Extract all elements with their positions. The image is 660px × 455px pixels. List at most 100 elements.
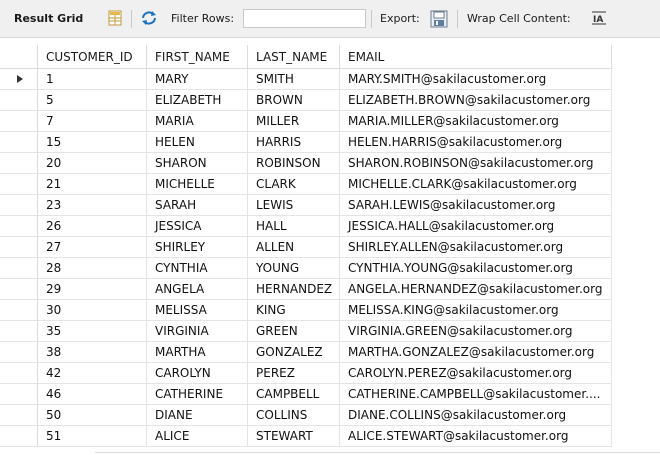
row-header[interactable] bbox=[0, 90, 38, 111]
cell-last-name[interactable]: BROWN bbox=[248, 90, 340, 111]
cell-first-name[interactable]: CYNTHIA bbox=[147, 258, 248, 279]
row-header[interactable] bbox=[0, 195, 38, 216]
cell-customer-id[interactable]: 27 bbox=[38, 237, 147, 258]
cell-customer-id[interactable]: 1 bbox=[38, 69, 147, 90]
cell-last-name[interactable]: LEWIS bbox=[248, 195, 340, 216]
cell-email[interactable]: DIANE.COLLINS@sakilacustomer.org bbox=[340, 405, 612, 426]
cell-first-name[interactable]: CATHERINE bbox=[147, 384, 248, 405]
table-row[interactable]: 38 MARTHA GONZALEZ MARTHA.GONZALEZ@sakilacu… bbox=[0, 342, 612, 363]
table-row[interactable]: 26 JESSICA HALL JESSICA.HALL@sakilacustomer… bbox=[0, 216, 612, 237]
export-icon[interactable] bbox=[430, 10, 448, 31]
row-header[interactable] bbox=[0, 237, 38, 258]
cell-last-name[interactable]: YOUNG bbox=[248, 258, 340, 279]
cell-last-name[interactable]: MILLER bbox=[248, 111, 340, 132]
row-header[interactable] bbox=[0, 363, 38, 384]
cell-customer-id[interactable]: 29 bbox=[38, 279, 147, 300]
table-row[interactable]: 27 SHIRLEY ALLEN SHIRLEY.ALLEN@sakilacustom… bbox=[0, 237, 612, 258]
cell-email[interactable]: ANGELA.HERNANDEZ@sakilacustomer.org bbox=[340, 279, 612, 300]
wrap-text-icon[interactable]: IA bbox=[591, 11, 607, 28]
cell-last-name[interactable]: HERNANDEZ bbox=[248, 279, 340, 300]
table-row[interactable]: 7 MARIA MILLER MARIA.MILLER@sakilacustomer.… bbox=[0, 111, 612, 132]
cell-email[interactable]: ELIZABETH.BROWN@sakilacustomer.org bbox=[340, 90, 612, 111]
cell-last-name[interactable]: GREEN bbox=[248, 321, 340, 342]
cell-customer-id[interactable]: 20 bbox=[38, 153, 147, 174]
cell-last-name[interactable]: PEREZ bbox=[248, 363, 340, 384]
row-header[interactable] bbox=[0, 174, 38, 195]
cell-first-name[interactable]: SHIRLEY bbox=[147, 237, 248, 258]
cell-first-name[interactable]: MARTHA bbox=[147, 342, 248, 363]
row-header[interactable] bbox=[0, 342, 38, 363]
cell-email[interactable]: MICHELLE.CLARK@sakilacustomer.org bbox=[340, 174, 612, 195]
cell-first-name[interactable]: MARY bbox=[147, 69, 248, 90]
cell-customer-id[interactable]: 7 bbox=[38, 111, 147, 132]
cell-customer-id[interactable]: 35 bbox=[38, 321, 147, 342]
cell-first-name[interactable]: ELIZABETH bbox=[147, 90, 248, 111]
cell-last-name[interactable]: COLLINS bbox=[248, 405, 340, 426]
row-header[interactable] bbox=[0, 153, 38, 174]
cell-first-name[interactable]: DIANE bbox=[147, 405, 248, 426]
cell-email[interactable]: HELEN.HARRIS@sakilacustomer.org bbox=[340, 132, 612, 153]
cell-first-name[interactable]: SARAH bbox=[147, 195, 248, 216]
cell-last-name[interactable]: CAMPBELL bbox=[248, 384, 340, 405]
table-row[interactable]: 28 CYNTHIA YOUNG CYNTHIA.YOUNG@sakilacustom… bbox=[0, 258, 612, 279]
table-row[interactable]: 1 MARY SMITH MARY.SMITH@sakilacustomer.org bbox=[0, 69, 612, 90]
table-row[interactable]: 35 VIRGINIA GREEN VIRGINIA.GREEN@sakilacust… bbox=[0, 321, 612, 342]
cell-last-name[interactable]: GONZALEZ bbox=[248, 342, 340, 363]
cell-email[interactable]: SHIRLEY.ALLEN@sakilacustomer.org bbox=[340, 237, 612, 258]
cell-customer-id[interactable]: 51 bbox=[38, 426, 147, 447]
cell-email[interactable]: JESSICA.HALL@sakilacustomer.org bbox=[340, 216, 612, 237]
row-header[interactable] bbox=[0, 69, 38, 90]
cell-customer-id[interactable]: 50 bbox=[38, 405, 147, 426]
table-row[interactable]: 23 SARAH LEWIS SARAH.LEWIS@sakilacustomer.o… bbox=[0, 195, 612, 216]
column-header-first-name[interactable]: FIRST_NAME bbox=[147, 45, 248, 69]
cell-email[interactable]: CAROLYN.PEREZ@sakilacustomer.org bbox=[340, 363, 612, 384]
cell-email[interactable]: SHARON.ROBINSON@sakilacustomer.org bbox=[340, 153, 612, 174]
table-row[interactable]: 5 ELIZABETH BROWN ELIZABETH.BROWN@sakilacus… bbox=[0, 90, 612, 111]
row-header[interactable] bbox=[0, 426, 38, 447]
cell-first-name[interactable]: HELEN bbox=[147, 132, 248, 153]
cell-email[interactable]: MARIA.MILLER@sakilacustomer.org bbox=[340, 111, 612, 132]
cell-email[interactable]: MELISSA.KING@sakilacustomer.org bbox=[340, 300, 612, 321]
cell-first-name[interactable]: CAROLYN bbox=[147, 363, 248, 384]
cell-email[interactable]: CYNTHIA.YOUNG@sakilacustomer.org bbox=[340, 258, 612, 279]
table-row[interactable]: 29 ANGELA HERNANDEZ ANGELA.HERNANDEZ@sakila… bbox=[0, 279, 612, 300]
table-row[interactable]: 21 MICHELLE CLARK MICHELLE.CLARK@sakilacust… bbox=[0, 174, 612, 195]
cell-customer-id[interactable]: 38 bbox=[38, 342, 147, 363]
cell-customer-id[interactable]: 15 bbox=[38, 132, 147, 153]
cell-email[interactable]: CATHERINE.CAMPBELL@sakilacustomer.... bbox=[340, 384, 612, 405]
table-row[interactable]: 46 CATHERINE CAMPBELL CATHERINE.CAMPBELL@sa… bbox=[0, 384, 612, 405]
row-header[interactable] bbox=[0, 258, 38, 279]
row-header[interactable] bbox=[0, 405, 38, 426]
cell-last-name[interactable]: HARRIS bbox=[248, 132, 340, 153]
cell-customer-id[interactable]: 23 bbox=[38, 195, 147, 216]
grid-view-icon[interactable] bbox=[107, 10, 123, 29]
cell-last-name[interactable]: ROBINSON bbox=[248, 153, 340, 174]
cell-first-name[interactable]: ALICE bbox=[147, 426, 248, 447]
row-header[interactable] bbox=[0, 321, 38, 342]
column-header-last-name[interactable]: LAST_NAME bbox=[248, 45, 340, 69]
cell-last-name[interactable]: KING bbox=[248, 300, 340, 321]
cell-customer-id[interactable]: 21 bbox=[38, 174, 147, 195]
cell-last-name[interactable]: STEWART bbox=[248, 426, 340, 447]
column-header-email[interactable]: EMAIL bbox=[340, 45, 612, 69]
cell-email[interactable]: MARTHA.GONZALEZ@sakilacustomer.org bbox=[340, 342, 612, 363]
table-row[interactable]: 20 SHARON ROBINSON SHARON.ROBINSON@sakilacu… bbox=[0, 153, 612, 174]
cell-customer-id[interactable]: 26 bbox=[38, 216, 147, 237]
cell-customer-id[interactable]: 46 bbox=[38, 384, 147, 405]
filter-rows-input[interactable] bbox=[243, 9, 366, 28]
cell-customer-id[interactable]: 30 bbox=[38, 300, 147, 321]
cell-first-name[interactable]: SHARON bbox=[147, 153, 248, 174]
cell-customer-id[interactable]: 28 bbox=[38, 258, 147, 279]
cell-email[interactable]: SARAH.LEWIS@sakilacustomer.org bbox=[340, 195, 612, 216]
row-header[interactable] bbox=[0, 132, 38, 153]
column-header-customer-id[interactable]: CUSTOMER_ID bbox=[38, 45, 147, 69]
cell-first-name[interactable]: MICHELLE bbox=[147, 174, 248, 195]
cell-email[interactable]: MARY.SMITH@sakilacustomer.org bbox=[340, 69, 612, 90]
cell-last-name[interactable]: HALL bbox=[248, 216, 340, 237]
cell-last-name[interactable]: ALLEN bbox=[248, 237, 340, 258]
cell-customer-id[interactable]: 42 bbox=[38, 363, 147, 384]
table-row[interactable]: 15 HELEN HARRIS HELEN.HARRIS@sakilacustomer… bbox=[0, 132, 612, 153]
row-header[interactable] bbox=[0, 279, 38, 300]
cell-customer-id[interactable]: 5 bbox=[38, 90, 147, 111]
cell-email[interactable]: ALICE.STEWART@sakilacustomer.org bbox=[340, 426, 612, 447]
